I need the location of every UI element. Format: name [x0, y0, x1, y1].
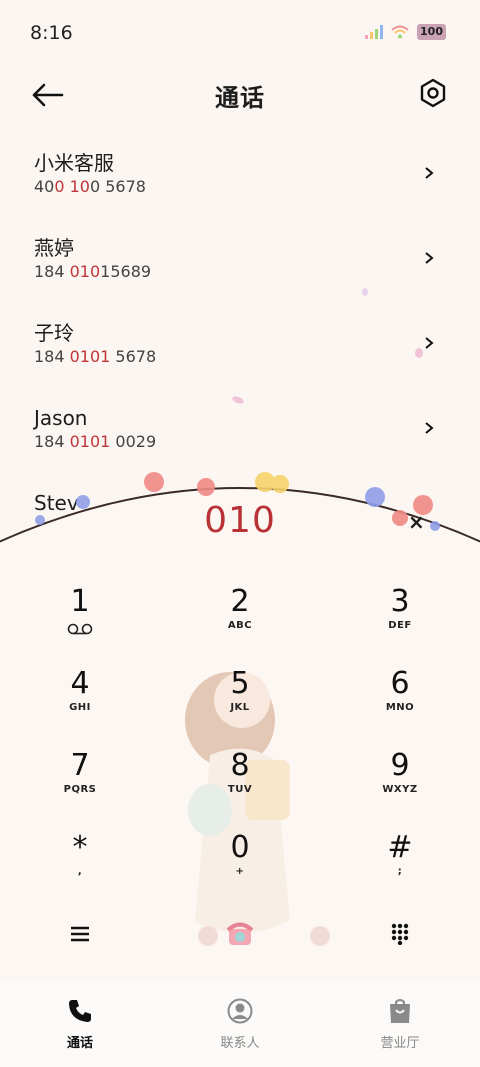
key-hash[interactable]: #; — [320, 824, 480, 906]
contact-number: 184 01015689 — [34, 262, 152, 281]
settings-icon[interactable] — [418, 78, 448, 108]
header: 通话 — [0, 72, 480, 118]
voicemail-icon — [67, 623, 93, 635]
tab-store[interactable]: 营业厅 — [320, 982, 480, 1067]
bottom-tab-bar: 通话 联系人 营业厅 — [0, 982, 480, 1067]
contact-name: 小米客服 — [34, 151, 114, 175]
menu-icon — [71, 926, 89, 942]
contact-name: 子玲 — [34, 321, 74, 345]
result-item[interactable]: 子玲 184 0101 5678 — [0, 310, 480, 395]
status-time: 8:16 — [30, 22, 73, 44]
status-bar: 8:16 100 — [0, 0, 480, 64]
keypad-icon — [391, 923, 409, 945]
result-item[interactable]: 小米客服 400 100 5678 — [0, 140, 480, 225]
contact-name: Jason — [34, 406, 88, 430]
petal-decoration — [415, 348, 423, 358]
menu-button[interactable] — [0, 904, 160, 964]
key-6[interactable]: 6 MNO — [320, 660, 480, 742]
chevron-right-icon — [425, 337, 434, 349]
key-2[interactable]: 2 ABC — [160, 578, 320, 660]
page-title: 通话 — [215, 84, 265, 112]
contact-number: 184 0101 5678 — [34, 347, 157, 366]
chevron-right-icon — [425, 252, 434, 264]
key-5[interactable]: 5 JKL — [160, 660, 320, 742]
key-9[interactable]: 9 WXYZ — [320, 742, 480, 824]
contacts-icon — [227, 998, 253, 1024]
phone-icon — [69, 1000, 91, 1022]
result-item[interactable]: 燕婷 184 01015689 — [0, 225, 480, 310]
key-star[interactable]: *, — [0, 824, 160, 906]
wifi-icon — [391, 25, 409, 39]
dialpad-actions — [0, 904, 480, 964]
key-0[interactable]: 0 + — [160, 824, 320, 906]
clear-input-button[interactable]: × — [408, 510, 425, 534]
tab-calls[interactable]: 通话 — [0, 982, 160, 1067]
key-1[interactable]: 1 — [0, 578, 160, 660]
battery-icon: 100 — [417, 24, 446, 40]
phone-call-icon — [226, 922, 254, 945]
keypad-toggle-button[interactable] — [320, 904, 480, 964]
chevron-right-icon — [425, 422, 434, 434]
contact-number: 184 0101 0029 — [34, 432, 157, 451]
key-3[interactable]: 3 DEF — [320, 578, 480, 660]
keypad: 1 2 ABC 3 DEF 4 GHI 5 JKL 6 MNO 7 PQRS 8 TUV 9W… — [0, 578, 480, 906]
contact-name: 燕婷 — [34, 236, 74, 260]
result-item[interactable]: Jason 184 0101 0029 — [0, 395, 480, 480]
chevron-right-icon — [425, 167, 434, 179]
key-8[interactable]: 8 TUV — [160, 742, 320, 824]
status-icons: 100 — [365, 24, 446, 40]
tab-contacts[interactable]: 联系人 — [160, 982, 320, 1067]
key-7[interactable]: 7 PQRS — [0, 742, 160, 824]
key-4[interactable]: 4 GHI — [0, 660, 160, 742]
contact-number: 400 100 5678 — [34, 177, 146, 196]
petal-decoration — [362, 288, 368, 296]
dialpad-panel: 010 × 1 2 ABC 3 DEF 4 GHI 5 JKL 6 MNO 7 PQRS 8… — [0, 470, 480, 990]
signal-icon — [365, 25, 384, 39]
store-icon — [390, 999, 410, 1023]
call-button[interactable] — [160, 904, 320, 964]
